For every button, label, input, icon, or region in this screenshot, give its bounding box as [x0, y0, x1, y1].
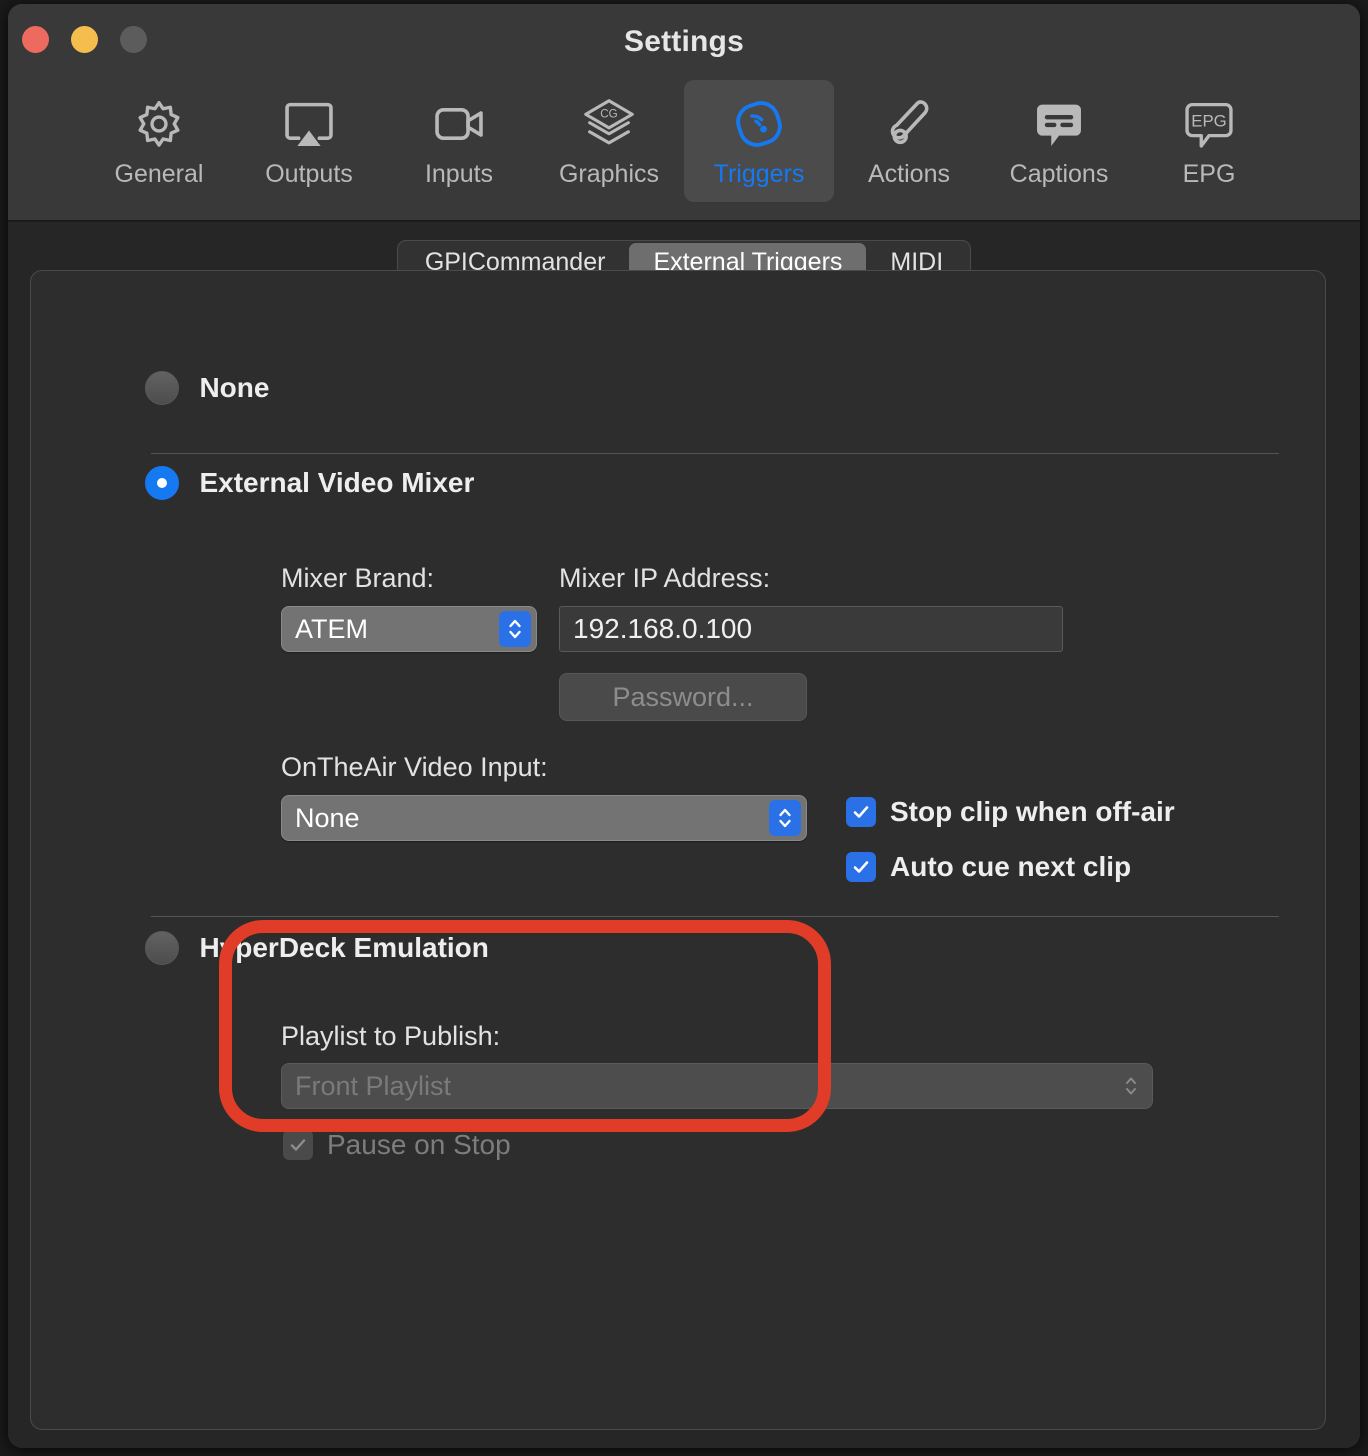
section-divider-2	[151, 916, 1279, 917]
mixer-ip-label: Mixer IP Address:	[559, 563, 771, 593]
ontheair-video-input-select[interactable]: None	[281, 795, 807, 841]
toolbar-item-label: Triggers	[713, 160, 805, 188]
toolbar-item-label: Captions	[1009, 160, 1109, 188]
toolbar-item-label: Actions	[868, 160, 950, 188]
playlist-to-publish-value: Front Playlist	[295, 1070, 452, 1101]
mixer-brand-select[interactable]: ATEM	[281, 606, 537, 652]
chevron-updown-icon	[769, 800, 801, 836]
toolbar-item-label: EPG	[1182, 160, 1236, 188]
checkmark-icon	[846, 852, 876, 882]
radio-option-external-video-mixer[interactable]: External Video Mixer	[145, 466, 474, 500]
radio-label: External Video Mixer	[199, 467, 475, 498]
toolbar-item-inputs[interactable]: Inputs	[384, 80, 534, 202]
toolbar-item-graphics[interactable]: CG Graphics	[534, 80, 684, 202]
toolbar-item-label: General	[114, 160, 204, 188]
trigger-wifi-icon	[728, 90, 790, 158]
settings-body: GPICommander External Triggers MIDI None…	[8, 222, 1360, 1448]
checkbox-label: Auto cue next clip	[890, 851, 1132, 882]
actions-icon	[878, 90, 940, 158]
radio-label: None	[199, 372, 270, 403]
svg-text:EPG: EPG	[1191, 112, 1226, 131]
checkbox-label: Stop clip when off-air	[890, 796, 1175, 827]
checkbox-label: Pause on Stop	[327, 1129, 511, 1160]
settings-content-panel: None External Video Mixer Mixer Brand: A…	[30, 270, 1326, 1430]
radio-indicator[interactable]	[145, 466, 179, 500]
checkmark-icon	[846, 797, 876, 827]
chevron-updown-icon	[499, 611, 531, 647]
window-titlebar: Settings	[8, 4, 1360, 76]
playlist-to-publish-label: Playlist to Publish:	[281, 1021, 501, 1051]
radio-indicator[interactable]	[145, 371, 179, 405]
toolbar-item-label: Outputs	[265, 160, 353, 188]
radio-option-hyperdeck-emulation[interactable]: HyperDeck Emulation	[145, 931, 489, 965]
mixer-ip-value: 192.168.0.100	[573, 613, 753, 644]
chevron-updown-icon	[1115, 1068, 1147, 1104]
password-button[interactable]: Password...	[559, 673, 807, 721]
toolbar-item-outputs[interactable]: Outputs	[234, 80, 384, 202]
radio-indicator[interactable]	[145, 931, 179, 965]
password-button-label: Password...	[612, 681, 754, 712]
ontheair-video-input-value: None	[295, 802, 360, 833]
settings-toolbar: General Outputs Inputs CG Graphics Trigg…	[8, 76, 1360, 222]
checkbox-auto-cue-next-clip[interactable]: Auto cue next clip	[846, 851, 1131, 883]
mixer-ip-input[interactable]: 192.168.0.100	[559, 606, 1063, 652]
gear-icon	[128, 90, 190, 158]
video-camera-icon	[428, 90, 490, 158]
playlist-to-publish-select[interactable]: Front Playlist	[281, 1063, 1153, 1109]
checkbox-stop-clip-when-off-air[interactable]: Stop clip when off-air	[846, 796, 1175, 828]
checkmark-icon	[283, 1130, 313, 1160]
mixer-brand-value: ATEM	[295, 613, 368, 644]
ontheair-video-input-label: OnTheAir Video Input:	[281, 752, 548, 782]
toolbar-item-triggers[interactable]: Triggers	[684, 80, 834, 202]
toolbar-item-actions[interactable]: Actions	[834, 80, 984, 202]
radio-option-none[interactable]: None	[145, 371, 269, 405]
mixer-brand-label: Mixer Brand:	[281, 563, 435, 593]
toolbar-item-captions[interactable]: Captions	[984, 80, 1134, 202]
airplay-icon	[278, 90, 340, 158]
svg-text:CG: CG	[600, 108, 617, 121]
toolbar-item-label: Inputs	[424, 160, 494, 188]
toolbar-item-epg[interactable]: EPG EPG	[1134, 80, 1284, 202]
toolbar-item-general[interactable]: General	[84, 80, 234, 202]
settings-window: Settings General Outputs Inputs CG Graph…	[8, 4, 1360, 1448]
caption-bubble-icon	[1028, 90, 1090, 158]
epg-bubble-icon: EPG	[1178, 90, 1240, 158]
section-divider-1	[151, 453, 1279, 454]
cg-layers-icon: CG	[578, 90, 640, 158]
toolbar-item-label: Graphics	[558, 160, 660, 188]
window-title: Settings	[624, 25, 744, 58]
checkbox-pause-on-stop[interactable]: Pause on Stop	[283, 1129, 511, 1161]
radio-label: HyperDeck Emulation	[199, 932, 489, 963]
